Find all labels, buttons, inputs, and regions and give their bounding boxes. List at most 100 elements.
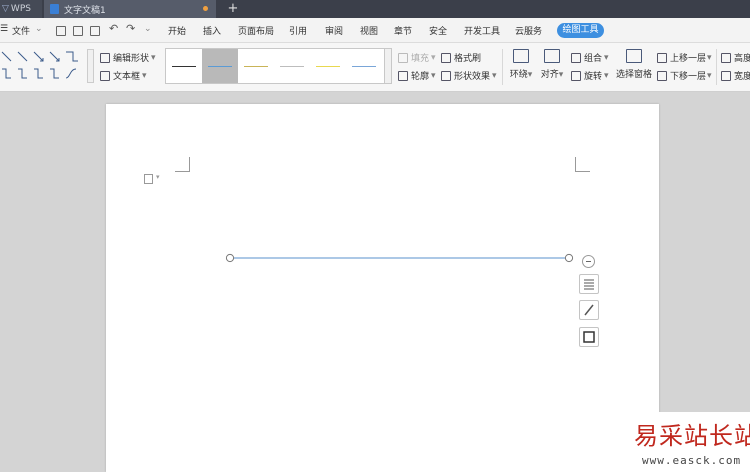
print-preview-icon[interactable]	[90, 26, 100, 36]
group-label: 组合	[584, 54, 603, 64]
align-label: 对齐	[540, 70, 559, 80]
chevron-down-icon: ▾	[151, 52, 156, 63]
save-icon[interactable]	[56, 26, 66, 36]
shape-effects-icon	[441, 70, 451, 81]
unsaved-indicator-icon	[203, 6, 208, 11]
document-page[interactable]: ▾	[106, 104, 659, 472]
shape-effects-label: 形状效果	[454, 72, 491, 82]
fill-label: 填充	[411, 54, 430, 64]
width-label: 宽度	[734, 72, 750, 82]
tab-home[interactable]: 开始	[168, 24, 186, 37]
shape-outline-button[interactable]	[579, 327, 599, 347]
line-style-option[interactable]	[238, 49, 274, 83]
format-painter-label: 格式刷	[454, 54, 482, 64]
paragraph-layout-icon[interactable]	[144, 174, 153, 184]
fill-button[interactable]: 填充 ▾	[398, 51, 436, 64]
chevron-down-icon: ▾	[604, 52, 609, 63]
chevron-down-icon: ▾	[527, 70, 533, 80]
customize-quick-access-icon[interactable]: ⌄	[144, 24, 152, 34]
line-end-handle[interactable]	[564, 253, 574, 263]
selection-pane-button[interactable]: 选择窗格	[616, 49, 652, 80]
tab-section[interactable]: 章节	[394, 24, 412, 37]
height-field[interactable]: 高度	[721, 51, 750, 64]
shape-gallery-scroll[interactable]	[87, 49, 94, 83]
width-field[interactable]: 宽度	[721, 69, 750, 82]
outline-label: 轮廓	[411, 72, 430, 82]
line-style-gallery	[165, 48, 385, 84]
format-painter-button[interactable]: 格式刷	[441, 51, 481, 64]
tab-drawing-tools[interactable]: 绘图工具	[557, 23, 604, 38]
new-tab-button[interactable]: +	[226, 0, 240, 18]
chevron-down-icon: ▾	[558, 70, 564, 80]
group-button[interactable]: 组合 ▾	[571, 51, 609, 64]
watermark-url: www.easck.com	[642, 454, 742, 467]
layout-options-button[interactable]	[579, 274, 599, 294]
line-style-option[interactable]	[310, 49, 346, 83]
chevron-down-icon[interactable]: ⌄	[35, 24, 43, 34]
pen-icon	[584, 304, 594, 316]
edit-shape-label: 编辑形状	[113, 54, 150, 64]
align-button[interactable]: 对齐▾	[539, 49, 565, 80]
line-style-option[interactable]	[346, 49, 382, 83]
line-start-handle[interactable]	[225, 253, 235, 263]
rotate-icon	[571, 70, 581, 81]
line-style-option[interactable]	[274, 49, 310, 83]
wrap-label: 环绕	[509, 70, 528, 80]
undo-icon[interactable]: ↶	[109, 22, 118, 35]
line-style-gallery-scroll[interactable]	[385, 48, 392, 84]
outline-button[interactable]: 轮廓 ▾	[398, 69, 436, 82]
width-icon	[721, 70, 731, 81]
tab-developer[interactable]: 开发工具	[464, 24, 500, 37]
document-icon	[50, 4, 59, 14]
outline-square-icon	[583, 331, 595, 343]
chevron-down-icon: ▾	[707, 52, 712, 63]
file-menu[interactable]: 文件	[12, 24, 30, 37]
text-box-label: 文本框	[113, 72, 141, 82]
wps-logo-icon: ▽	[2, 4, 9, 14]
print-icon[interactable]	[73, 26, 83, 36]
layout-options-icon	[584, 279, 594, 290]
outline-icon	[398, 70, 408, 81]
redo-icon[interactable]: ↷	[126, 22, 135, 35]
shape-style-button[interactable]	[579, 300, 599, 320]
bring-forward-button[interactable]: 上移一层 ▾	[657, 51, 712, 64]
tab-security[interactable]: 安全	[429, 24, 447, 37]
rotate-button[interactable]: 旋转 ▾	[571, 69, 609, 82]
tab-wps-label: WPS	[10, 4, 31, 14]
wrap-text-icon	[513, 49, 529, 63]
tab-wps-home[interactable]: ▽ WPS	[0, 0, 42, 18]
chevron-down-icon: ▾	[492, 70, 497, 81]
rotate-label: 旋转	[584, 72, 603, 82]
collapse-float-toolbar-button[interactable]	[582, 255, 595, 268]
text-box-button[interactable]: 文本框 ▾	[100, 69, 147, 82]
line-style-option[interactable]	[166, 49, 202, 83]
shape-effects-button[interactable]: 形状效果 ▾	[441, 69, 497, 82]
align-icon	[544, 49, 560, 63]
tab-view[interactable]: 视图	[360, 24, 378, 37]
watermark: 易采站长站 www.easck.com	[628, 412, 750, 472]
selected-line-shape[interactable]	[222, 250, 578, 266]
send-backward-button[interactable]: 下移一层 ▾	[657, 69, 712, 82]
tab-insert[interactable]: 插入	[203, 24, 221, 37]
chevron-down-icon[interactable]: ▾	[156, 173, 160, 181]
line-shapes-gallery[interactable]	[0, 49, 82, 83]
ribbon-toolbar: 编辑形状 ▾ 文本框 ▾ 填充 ▾ 格式刷 轮廓 ▾ 形状效果 ▾ 环绕▾ 对齐…	[0, 43, 750, 92]
tab-references[interactable]: 引用	[289, 24, 307, 37]
send-backward-label: 下移一层	[670, 72, 707, 82]
tab-page-layout[interactable]: 页面布局	[238, 24, 274, 37]
tab-document-label: 文字文稿1	[64, 5, 106, 16]
line-style-option[interactable]	[202, 49, 238, 83]
watermark-title: 易采站长站	[634, 422, 750, 450]
selection-pane-label: 选择窗格	[616, 70, 653, 80]
margin-corner-mark	[575, 157, 590, 172]
hamburger-menu-icon[interactable]: ☰	[0, 24, 8, 34]
edit-shape-button[interactable]: 编辑形状 ▾	[100, 51, 156, 64]
tab-cloud[interactable]: 云服务	[515, 24, 542, 37]
tab-review[interactable]: 审阅	[325, 24, 343, 37]
edit-shape-icon	[100, 52, 110, 63]
wrap-button[interactable]: 环绕▾	[508, 49, 534, 80]
bring-forward-icon	[657, 52, 667, 63]
menu-bar: ☰ 文件 ⌄ ↶ ↷ ⌄ 开始 插入 页面布局 引用 审阅 视图 章节 安全 开…	[0, 18, 750, 43]
tab-document[interactable]: 文字文稿1	[44, 0, 216, 18]
text-box-icon	[100, 70, 110, 81]
